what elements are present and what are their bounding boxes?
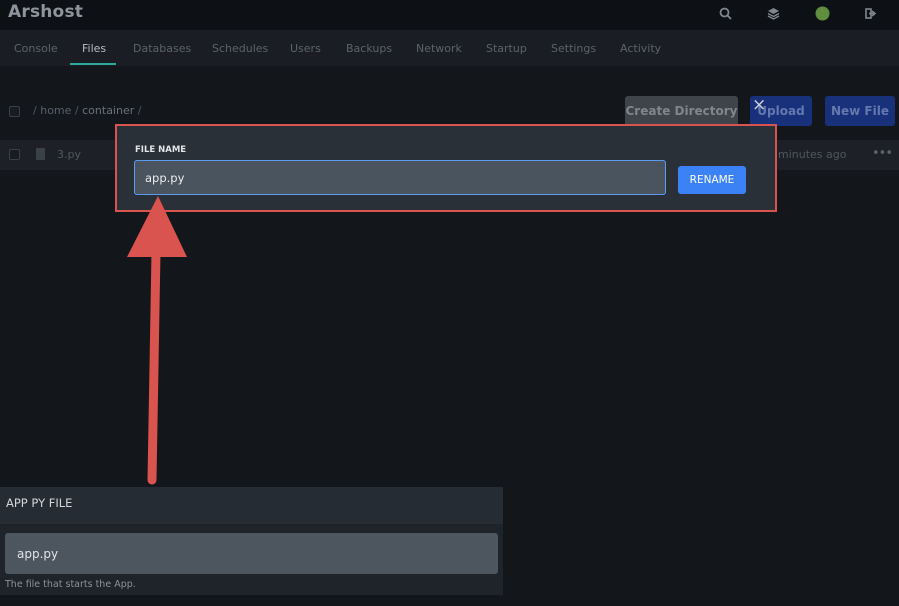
variable-value: app.py [17,546,59,561]
variable-panel: APP PY FILE app.py The file that starts … [0,487,503,595]
tab-settings[interactable]: Settings [551,42,596,55]
create-directory-button[interactable]: Create Directory [625,96,738,126]
variable-help-text: The file that starts the App. [5,579,136,590]
new-file-button[interactable]: New File [825,96,895,126]
breadcrumb: / home / container / [33,104,141,117]
file-name[interactable]: 3.py [57,148,81,161]
close-icon[interactable]: × [752,97,766,114]
row-menu-icon[interactable]: ••• [872,146,893,161]
top-bar: Arshost [0,0,899,30]
breadcrumb-sep: / [74,104,79,117]
breadcrumb-home[interactable]: home [40,104,71,117]
tab-startup[interactable]: Startup [486,42,527,55]
file-name-label: FILE NAME [135,145,187,155]
variable-input[interactable]: app.py [5,533,498,574]
row-checkbox[interactable] [9,149,20,160]
app-title[interactable]: Arshost [8,2,83,22]
search-icon[interactable] [717,5,733,21]
nav-tabs: Console Files Databases Schedules Users … [0,30,899,66]
tab-network[interactable]: Network [416,42,462,55]
breadcrumb-current[interactable]: container [82,104,134,117]
breadcrumb-sep: / [137,104,142,117]
select-all-checkbox[interactable] [9,106,20,117]
file-modified: minutes ago [778,148,847,161]
layers-icon[interactable] [765,5,781,21]
tab-backups[interactable]: Backups [346,42,392,55]
file-icon [36,148,45,160]
rename-modal: FILE NAME app.py RENAME [115,124,777,212]
breadcrumb-sep: / [33,104,37,117]
variable-title: APP PY FILE [6,496,73,510]
tab-activity[interactable]: Activity [620,42,661,55]
tab-schedules[interactable]: Schedules [212,42,268,55]
tab-files[interactable]: Files [82,42,106,55]
file-name-value: app.py [145,170,185,185]
active-tab-indicator [70,63,116,65]
tab-users[interactable]: Users [290,42,321,55]
tab-databases[interactable]: Databases [133,42,191,55]
logout-icon[interactable] [863,5,879,21]
status-dot-icon[interactable] [814,5,830,21]
rename-button[interactable]: RENAME [678,166,746,194]
variable-header: APP PY FILE [0,487,503,524]
file-name-input[interactable]: app.py [134,160,666,195]
tab-console[interactable]: Console [14,42,58,55]
